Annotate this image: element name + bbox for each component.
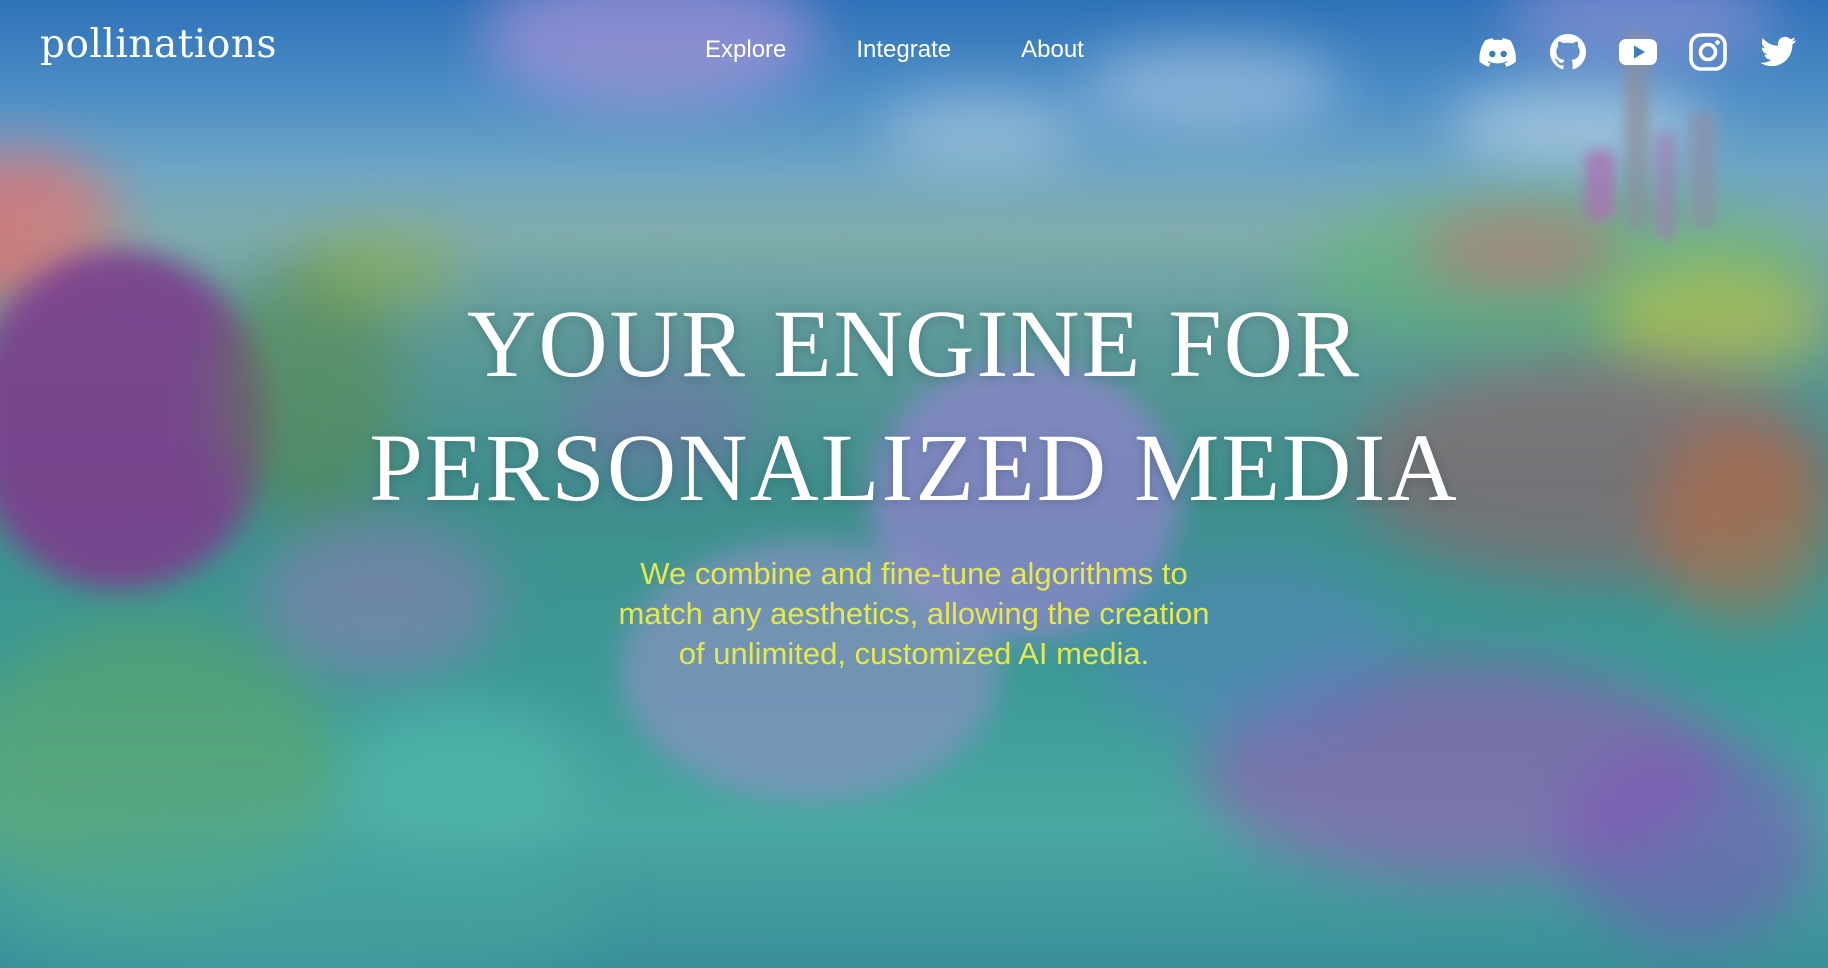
site-logo[interactable]: pollinations bbox=[40, 22, 277, 67]
hero-subtitle: We combine and fine-tune algorithms to m… bbox=[0, 554, 1828, 674]
nav-link-about[interactable]: About bbox=[1021, 36, 1084, 64]
instagram-icon[interactable] bbox=[1688, 32, 1728, 72]
hero-title: YOUR ENGINE FOR PERSONALIZED MEDIA bbox=[0, 282, 1828, 530]
social-links bbox=[1478, 32, 1798, 72]
main-menu: Explore Integrate About bbox=[705, 36, 1084, 64]
nav-link-integrate[interactable]: Integrate bbox=[856, 36, 951, 64]
hero-subtitle-line-2: match any aesthetics, allowing the creat… bbox=[618, 596, 1210, 631]
hero-title-line-1: YOUR ENGINE FOR bbox=[467, 290, 1361, 397]
discord-icon[interactable] bbox=[1478, 32, 1518, 72]
hero-title-line-2: PERSONALIZED MEDIA bbox=[369, 414, 1459, 521]
hero-subtitle-line-3: of unlimited, customized AI media. bbox=[678, 636, 1150, 671]
hero-subtitle-line-1: We combine and fine-tune algorithms to bbox=[640, 556, 1188, 591]
landing-page: pollinations Explore Integrate About YOU… bbox=[0, 0, 1828, 968]
youtube-icon[interactable] bbox=[1618, 32, 1658, 72]
github-icon[interactable] bbox=[1548, 32, 1588, 72]
twitter-icon[interactable] bbox=[1758, 32, 1798, 72]
nav-link-explore[interactable]: Explore bbox=[705, 36, 786, 64]
top-navigation: pollinations Explore Integrate About bbox=[0, 0, 1828, 104]
